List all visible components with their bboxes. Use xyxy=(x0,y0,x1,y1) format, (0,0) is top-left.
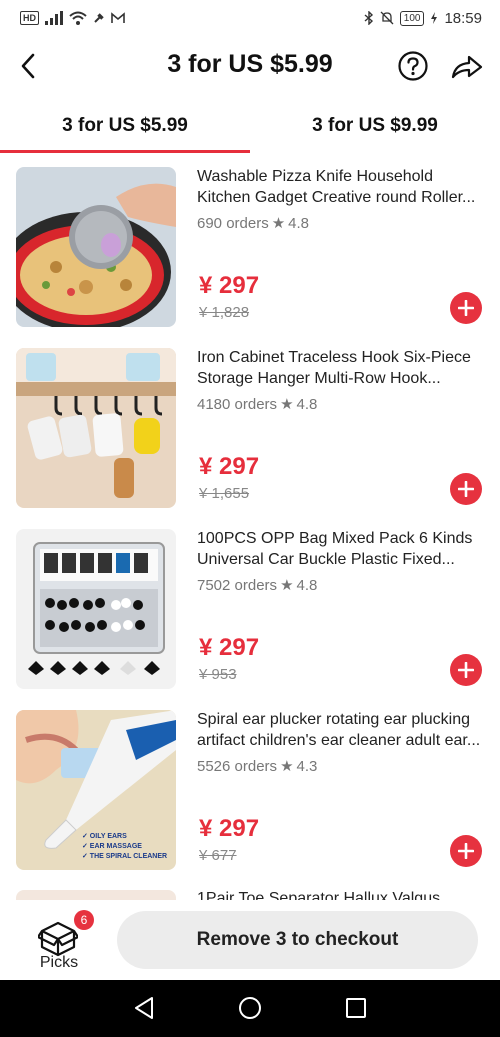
plus-icon xyxy=(458,300,474,316)
picks-button[interactable]: 6 Picks xyxy=(30,910,94,974)
product-image[interactable] xyxy=(16,348,176,508)
wifi-icon xyxy=(69,11,87,25)
sale-price: ¥ 297 xyxy=(199,815,260,842)
product-meta: 5526 orders ★ 4.3 xyxy=(197,757,318,776)
orders-count: 4180 orders xyxy=(197,395,278,413)
nav-recent-apps-icon[interactable] xyxy=(345,997,367,1019)
rating: 4.8 xyxy=(296,395,318,413)
add-to-cart-button[interactable] xyxy=(450,473,482,505)
orders-count: 5526 orders xyxy=(197,757,278,775)
system-nav-bar xyxy=(0,980,500,1037)
sale-price: ¥ 297 xyxy=(199,453,260,480)
product-title[interactable]: 100PCS OPP Bag Mixed Pack 6 Kinds Univer… xyxy=(197,528,482,570)
screen: HD 100 18:59 3 for US $5.99 3 for US $5.… xyxy=(0,0,500,1037)
active-tab-indicator xyxy=(0,150,250,153)
orders-count: 7502 orders xyxy=(197,576,278,594)
product-image[interactable] xyxy=(16,167,176,327)
status-time: 18:59 xyxy=(444,9,482,27)
product-image[interactable]: ✓ OILY EARS ✓ EAR MASSAGE ✓ THE SPIRAL C… xyxy=(16,710,176,870)
star-icon: ★ xyxy=(280,396,294,413)
product-meta: 7502 orders ★ 4.8 xyxy=(197,576,318,595)
sale-price: ¥ 297 xyxy=(199,272,260,299)
product-image[interactable] xyxy=(16,529,176,689)
mute-bell-icon xyxy=(380,11,394,25)
product-item[interactable]: ✓ OILY EARS ✓ EAR MASSAGE ✓ THE SPIRAL C… xyxy=(0,705,500,875)
nav-home-icon[interactable] xyxy=(238,996,262,1020)
bottom-bar: 6 Picks Remove 3 to checkout xyxy=(0,900,500,980)
tab-3-for-9-99[interactable]: 3 for US $9.99 xyxy=(250,100,500,152)
orders-count: 690 orders xyxy=(197,214,269,232)
status-right: 100 18:59 xyxy=(364,10,482,27)
tab-3-for-5-99[interactable]: 3 for US $5.99 xyxy=(0,100,250,152)
gmail-icon xyxy=(111,12,125,23)
nav-back-icon[interactable] xyxy=(133,996,155,1020)
original-price: ¥ 953 xyxy=(199,666,237,683)
status-left: HD xyxy=(20,11,125,25)
status-bar: HD 100 18:59 xyxy=(0,0,500,36)
svg-text:✓ EAR MASSAGE: ✓ EAR MASSAGE xyxy=(82,843,142,850)
hd-icon: HD xyxy=(20,11,39,25)
product-title[interactable]: Spiral ear plucker rotating ear plucking… xyxy=(197,709,482,751)
plus-icon xyxy=(458,843,474,859)
help-icon xyxy=(398,51,428,81)
original-price: ¥ 1,828 xyxy=(199,304,250,321)
svg-text:✓ OILY EARS: ✓ OILY EARS xyxy=(82,833,127,840)
signal-icon xyxy=(45,11,63,25)
svg-text:✓ THE SPIRAL CLEANER: ✓ THE SPIRAL CLEANER xyxy=(82,853,167,860)
rating: 4.8 xyxy=(296,576,318,594)
plus-icon xyxy=(458,662,474,678)
original-price: ¥ 677 xyxy=(199,847,237,864)
battery-icon: 100 xyxy=(399,10,425,26)
product-item[interactable]: Iron Cabinet Traceless Hook Six-Piece St… xyxy=(0,343,500,513)
plus-icon xyxy=(458,481,474,497)
add-to-cart-button[interactable] xyxy=(450,654,482,686)
pin-icon xyxy=(94,13,104,23)
tab-bar: 3 for US $5.99 3 for US $9.99 xyxy=(0,100,500,154)
sale-price: ¥ 297 xyxy=(199,634,260,661)
charging-icon xyxy=(431,12,438,24)
original-price: ¥ 1,655 xyxy=(199,485,250,502)
product-title[interactable]: Iron Cabinet Traceless Hook Six-Piece St… xyxy=(197,347,482,389)
product-title[interactable]: Washable Pizza Knife Household Kitchen G… xyxy=(197,166,482,208)
add-to-cart-button[interactable] xyxy=(450,835,482,867)
picks-label: Picks xyxy=(39,954,79,971)
checkout-button[interactable]: Remove 3 to checkout xyxy=(117,911,478,969)
add-to-cart-button[interactable] xyxy=(450,292,482,324)
product-meta: 690 orders ★ 4.8 xyxy=(197,214,310,233)
bluetooth-icon xyxy=(364,11,373,25)
product-item[interactable]: 100PCS OPP Bag Mixed Pack 6 Kinds Univer… xyxy=(0,524,500,694)
share-button[interactable] xyxy=(450,50,484,82)
star-icon: ★ xyxy=(280,758,294,775)
rating: 4.3 xyxy=(296,757,318,775)
product-item[interactable]: Washable Pizza Knife Household Kitchen G… xyxy=(0,162,500,332)
help-button[interactable] xyxy=(397,50,429,82)
picks-count-badge: 6 xyxy=(74,910,94,930)
box-icon xyxy=(38,921,78,957)
header: 3 for US $5.99 xyxy=(0,36,500,96)
product-meta: 4180 orders ★ 4.8 xyxy=(197,395,318,414)
star-icon: ★ xyxy=(280,577,294,594)
rating: 4.8 xyxy=(288,214,310,232)
share-icon xyxy=(451,55,483,79)
star-icon: ★ xyxy=(271,215,286,232)
